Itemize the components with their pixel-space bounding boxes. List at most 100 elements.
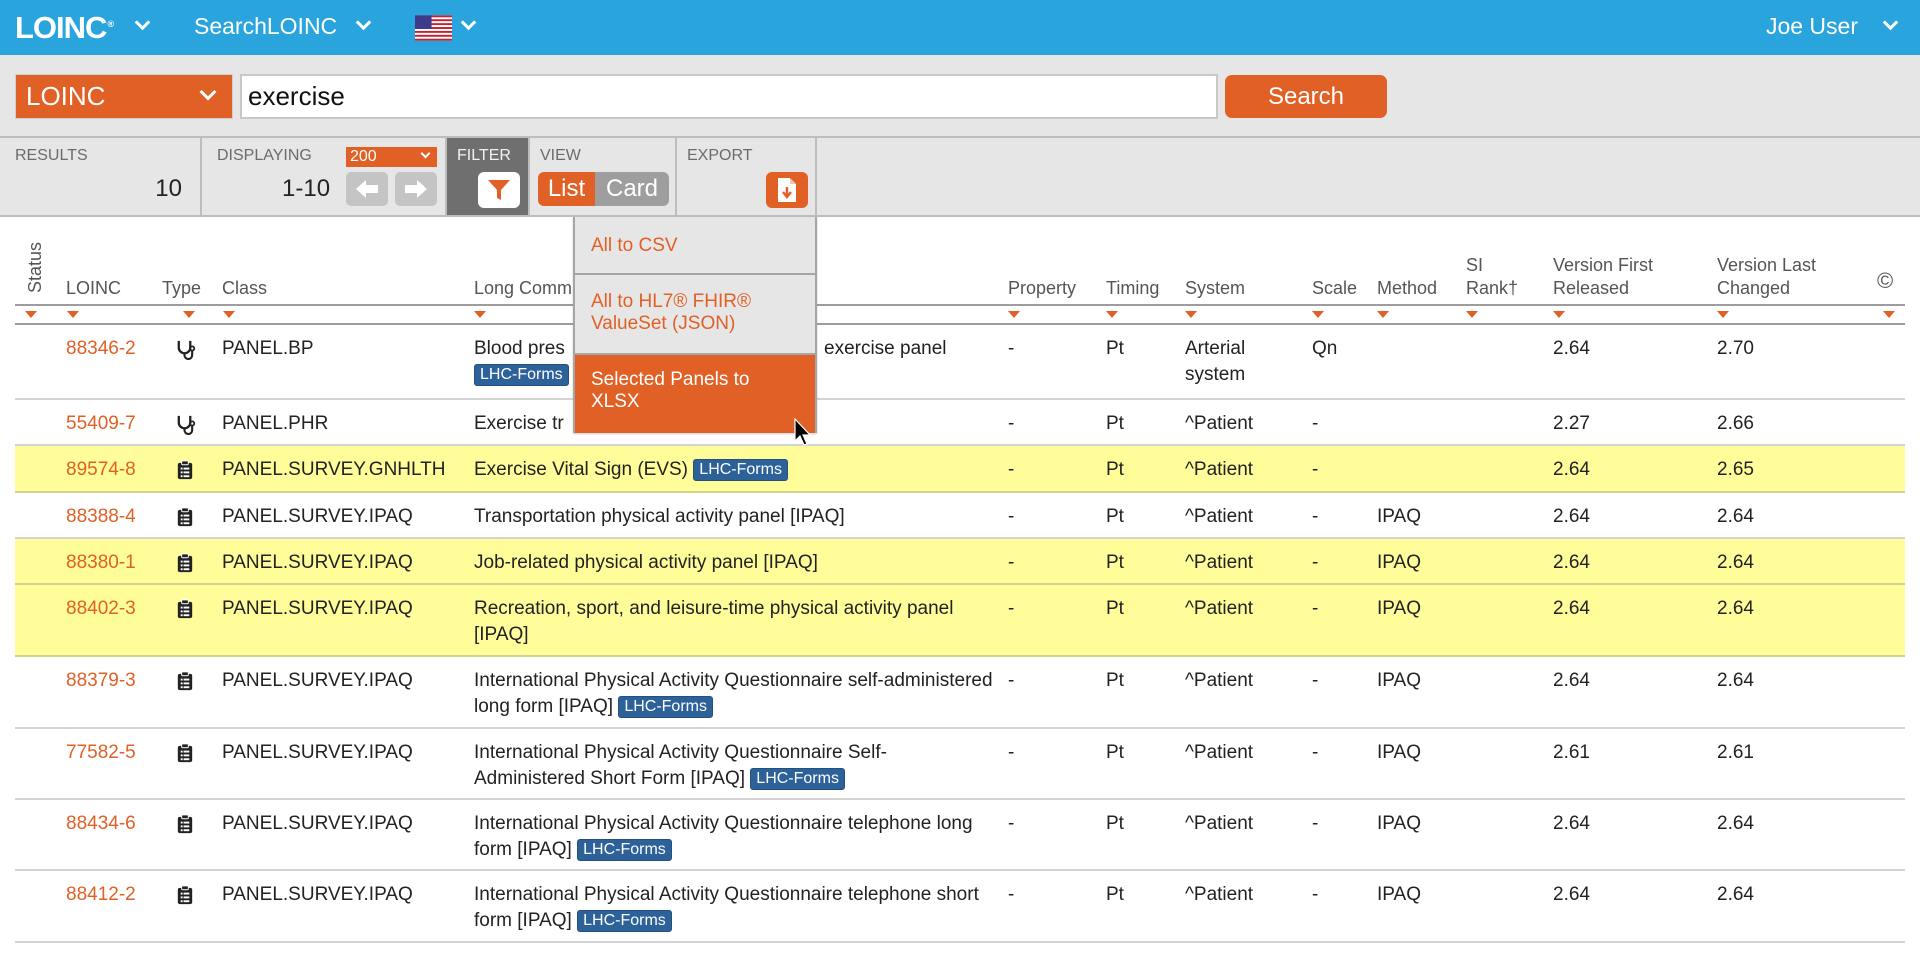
column-version-first-line1[interactable]: Version First: [1553, 254, 1653, 277]
chevron-down-icon[interactable]: [460, 14, 477, 31]
filter-button[interactable]: [478, 172, 520, 208]
sort-arrow-icon[interactable]: [67, 311, 79, 318]
export-button[interactable]: [766, 172, 808, 208]
loinc-code-link[interactable]: 88402-3: [66, 596, 136, 622]
sort-arrow-icon[interactable]: [1312, 311, 1324, 318]
sort-arrow-icon[interactable]: [1008, 311, 1020, 318]
table-row[interactable]: 89574-8 PANEL.SURVEY.GNHLTH - Pt ^Patient - 2.…: [15, 446, 1905, 493]
scale-cell: -: [1312, 598, 1319, 619]
export-dropdown-menu: All to CSV All to HL7® FHIR® ValueSet (J…: [573, 217, 817, 433]
lhc-forms-badge[interactable]: LHC-Forms: [693, 459, 788, 481]
column-class[interactable]: Class: [222, 277, 267, 300]
sort-arrow-icon[interactable]: [1466, 311, 1478, 318]
user-menu[interactable]: Joe User: [1766, 13, 1858, 40]
column-timing[interactable]: Timing: [1106, 277, 1159, 300]
system-cell: ^Patient: [1185, 459, 1254, 480]
loinc-code-link[interactable]: 88388-4: [66, 504, 136, 530]
loinc-logo[interactable]: LOINC®: [15, 10, 114, 46]
sort-arrow-icon[interactable]: [223, 311, 235, 318]
table-row[interactable]: 88402-3 PANEL.SURVEY.IPAQ - Pt ^Patient - IPAQ…: [15, 585, 1905, 657]
class-cell: PANEL.SURVEY.IPAQ: [222, 506, 413, 527]
export-selected-panels-xlsx[interactable]: Selected Panels to XLSX: [575, 355, 815, 433]
column-type[interactable]: Type: [162, 277, 201, 300]
clipboard-list-icon: [177, 553, 193, 573]
property-cell: -: [1008, 506, 1015, 527]
loinc-code-link[interactable]: 88379-3: [66, 668, 136, 694]
sort-arrow-icon[interactable]: [1553, 311, 1565, 318]
table-row[interactable]: 88434-6 PANEL.SURVEY.IPAQ - Pt ^Patient - IPAQ…: [15, 800, 1905, 871]
column-version-last-line2[interactable]: Changed: [1717, 277, 1790, 300]
column-property[interactable]: Property: [1008, 277, 1076, 300]
search-input[interactable]: exercise: [240, 74, 1218, 119]
per-page-select[interactable]: 200: [346, 147, 437, 167]
app-menu[interactable]: SearchLOINC: [194, 13, 337, 40]
system-cell: ^Patient: [1185, 670, 1254, 691]
loinc-code-link[interactable]: 88380-1: [66, 550, 136, 576]
loinc-code-link[interactable]: 88346-2: [66, 336, 136, 362]
class-cell: PANEL.SURVEY.IPAQ: [222, 552, 413, 573]
column-version-first-line2[interactable]: Released: [1553, 277, 1629, 300]
table-row[interactable]: 88380-1 PANEL.SURVEY.IPAQ - Pt ^Patient - IPAQ…: [15, 539, 1905, 585]
clipboard-list-icon: [177, 460, 193, 480]
export-all-csv[interactable]: All to CSV: [575, 217, 815, 275]
top-nav-bar: LOINC® SearchLOINC Joe User: [0, 0, 1920, 55]
sort-arrow-icon[interactable]: [183, 311, 195, 318]
sort-arrow-icon[interactable]: [1106, 311, 1118, 318]
loinc-code-link[interactable]: 55409-7: [66, 411, 136, 437]
lhc-forms-badge[interactable]: LHC-Forms: [577, 910, 672, 932]
column-si-rank-line1[interactable]: SI: [1466, 254, 1483, 277]
loinc-code-link[interactable]: 88434-6: [66, 811, 136, 837]
column-copyright[interactable]: ©: [1877, 269, 1893, 292]
class-cell: PANEL.SURVEY.IPAQ: [222, 884, 413, 905]
chevron-down-icon[interactable]: [134, 14, 151, 31]
system-cell: ^Patient: [1185, 552, 1254, 573]
method-cell: IPAQ: [1377, 552, 1421, 573]
results-label: RESULTS: [15, 147, 88, 164]
database-select[interactable]: LOINC: [15, 74, 233, 119]
long-name-text: Exercise tr: [474, 413, 564, 434]
sort-arrow-icon[interactable]: [1717, 311, 1729, 318]
table-row[interactable]: 88388-4 PANEL.SURVEY.IPAQ - Pt ^Patient - IPAQ…: [15, 493, 1905, 539]
method-cell: IPAQ: [1377, 742, 1421, 763]
sort-arrow-icon[interactable]: [1185, 311, 1197, 318]
column-loinc[interactable]: LOINC: [66, 277, 121, 300]
column-long-common-name[interactable]: Long Comm: [474, 277, 572, 300]
version-last-cell: 2.65: [1717, 459, 1754, 480]
sort-arrow-icon[interactable]: [474, 311, 486, 318]
loinc-code-link[interactable]: 88412-2: [66, 882, 136, 908]
clipboard-list-icon: [177, 743, 193, 763]
column-system[interactable]: System: [1185, 277, 1245, 300]
chevron-down-icon[interactable]: [1882, 14, 1899, 31]
view-card-button[interactable]: Card: [595, 172, 669, 206]
export-all-fhir-valueset[interactable]: All to HL7® FHIR® ValueSet (JSON): [575, 275, 815, 355]
column-scale[interactable]: Scale: [1312, 277, 1357, 300]
lhc-forms-badge[interactable]: LHC-Forms: [577, 839, 672, 861]
column-si-rank-line2[interactable]: Rank†: [1466, 277, 1518, 300]
table-row[interactable]: 88379-3 PANEL.SURVEY.IPAQ - Pt ^Patient - IPAQ…: [15, 657, 1905, 729]
column-method[interactable]: Method: [1377, 277, 1437, 300]
logo-text: LOINC: [15, 10, 107, 45]
registered-mark: ®: [107, 18, 114, 29]
search-button[interactable]: Search: [1225, 75, 1387, 118]
table-row[interactable]: 88346-2 PANEL.BP - Pt Arterial system Qn 2.64 2…: [15, 325, 1905, 400]
long-common-name-cell: Transportation physical activity panel […: [474, 504, 994, 530]
table-row[interactable]: 55409-7 PANEL.PHR - Pt ^Patient - 2.27 2.66 Exer…: [15, 400, 1905, 446]
chevron-down-icon[interactable]: [355, 14, 372, 31]
column-status[interactable]: Status: [24, 242, 47, 293]
version-last-cell: 2.64: [1717, 670, 1754, 691]
us-flag-icon[interactable]: [415, 15, 452, 41]
loinc-code-link[interactable]: 89574-8: [66, 457, 136, 483]
loinc-code-link[interactable]: 77582-5: [66, 740, 136, 766]
previous-page-button[interactable]: [346, 172, 388, 206]
column-version-last-line1[interactable]: Version Last: [1717, 254, 1816, 277]
view-list-button[interactable]: List: [538, 172, 595, 206]
sort-arrow-icon[interactable]: [1377, 311, 1389, 318]
table-row[interactable]: 77582-5 PANEL.SURVEY.IPAQ - Pt ^Patient - IPAQ…: [15, 729, 1905, 800]
lhc-forms-badge[interactable]: LHC-Forms: [750, 768, 845, 790]
sort-arrow-icon[interactable]: [25, 311, 37, 318]
lhc-forms-badge[interactable]: LHC-Forms: [618, 696, 713, 718]
lhc-forms-badge[interactable]: LHC-Forms: [474, 364, 569, 386]
sort-arrow-icon[interactable]: [1883, 311, 1895, 318]
next-page-button[interactable]: [395, 172, 437, 206]
table-row[interactable]: 88412-2 PANEL.SURVEY.IPAQ - Pt ^Patient - IPAQ…: [15, 871, 1905, 943]
